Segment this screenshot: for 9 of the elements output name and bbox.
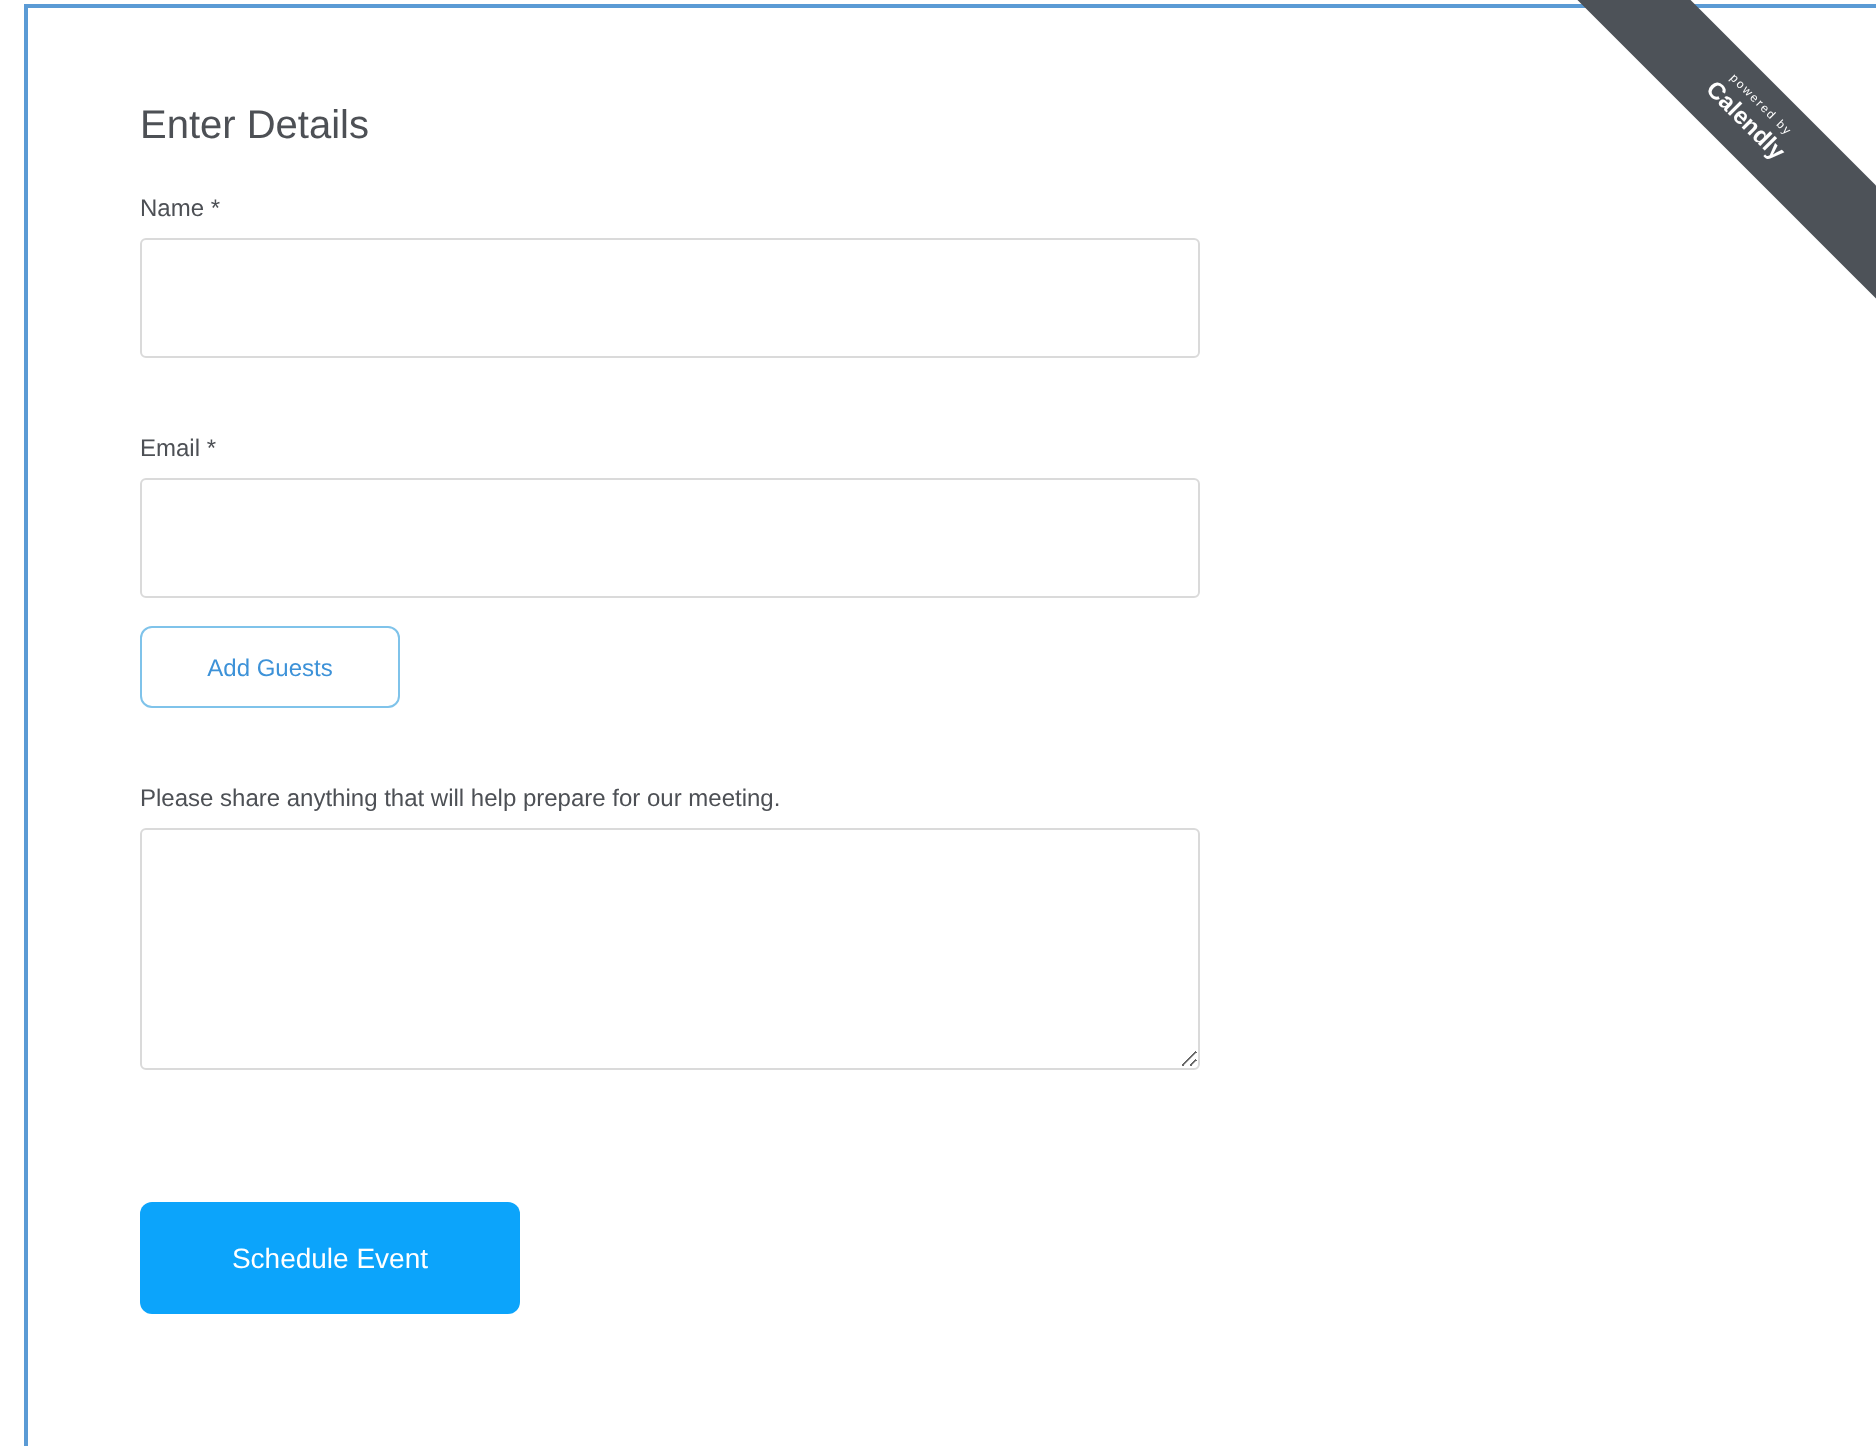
field-label: Email * [140,434,217,462]
input-field[interactable] [140,238,1200,358]
message-field[interactable] [140,828,1200,1070]
field-label: Name * [140,194,221,222]
add-guests-button[interactable]: Add Guests [140,626,400,708]
schedule-event-button[interactable]: Schedule Event [140,1202,520,1314]
field-label: Please share anything that will help prepare for our meeting. [140,784,781,812]
input-field[interactable] [140,478,1200,598]
form-heading: Enter Details [140,104,369,150]
